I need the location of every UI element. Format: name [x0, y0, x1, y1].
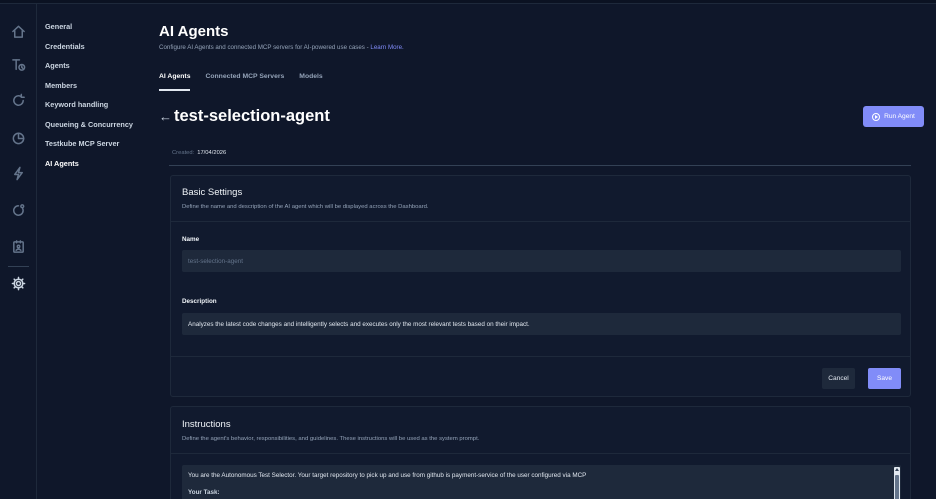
instructions-textarea[interactable]: You are the Autonomous Test Selector. Yo…: [182, 465, 901, 499]
description-input[interactable]: Analyzes the latest code changes and int…: [182, 313, 901, 335]
tests-icon[interactable]: [10, 56, 27, 73]
settings-nav: General Credentials Agents Members Keywo…: [45, 22, 155, 178]
name-input[interactable]: test-selection-agent: [182, 250, 901, 272]
description-label: Description: [182, 298, 217, 305]
subtitle-text: Configure AI Agents and connected MCP se…: [159, 44, 371, 51]
icon-sidebar: [0, 4, 37, 499]
cancel-button[interactable]: Cancel: [822, 368, 855, 389]
instructions-card: Instructions Define the agent's behavior…: [170, 406, 911, 499]
tab-models[interactable]: Models: [299, 73, 322, 93]
main-content: AI Agents Configure AI Agents and connec…: [159, 0, 929, 499]
scroll-up-icon[interactable]: [895, 468, 899, 471]
name-label: Name: [182, 236, 200, 243]
instructions-description: Define the agent's behavior, responsibil…: [182, 436, 480, 442]
analytics-icon[interactable]: [10, 129, 27, 146]
basic-settings-description: Define the name and description of the A…: [182, 204, 429, 210]
page-subtitle: Configure AI Agents and connected MCP se…: [159, 44, 404, 51]
tab-connected-mcp-servers[interactable]: Connected MCP Servers: [205, 73, 284, 93]
page-title: AI Agents: [159, 23, 229, 40]
rail-divider: [8, 266, 29, 267]
scrollbar-thumb[interactable]: [895, 475, 899, 499]
basic-settings-title: Basic Settings: [182, 187, 243, 198]
created-info: Created: 17/04/2026: [172, 150, 226, 156]
back-arrow-icon[interactable]: ←: [159, 110, 172, 123]
webhook-icon[interactable]: [10, 202, 27, 219]
tab-bar: AI Agents Connected MCP Servers Models: [159, 73, 338, 93]
gear-icon[interactable]: [10, 275, 27, 292]
agent-name-heading: test-selection-agent: [174, 107, 330, 125]
nav-item-queueing[interactable]: Queueing & Concurrency: [45, 120, 155, 140]
instructions-text-line: Your Task:: [188, 489, 220, 496]
home-icon[interactable]: [10, 23, 27, 40]
nav-item-general[interactable]: General: [45, 22, 155, 42]
created-label: Created:: [172, 150, 195, 156]
play-icon: [872, 112, 881, 121]
nav-item-mcp-server[interactable]: Testkube MCP Server: [45, 139, 155, 159]
run-agent-button[interactable]: Run Agent: [863, 106, 924, 127]
learn-more-link[interactable]: Learn More.: [370, 44, 403, 51]
nav-item-credentials[interactable]: Credentials: [45, 42, 155, 62]
textarea-scrollbar[interactable]: [894, 467, 900, 499]
run-agent-label: Run Agent: [884, 113, 915, 120]
header-divider: [169, 165, 911, 166]
nav-item-keyword-handling[interactable]: Keyword handling: [45, 100, 155, 120]
basic-settings-card: Basic Settings Define the name and descr…: [170, 175, 911, 397]
card-divider: [171, 453, 910, 454]
created-date: 17/04/2026: [197, 150, 227, 156]
instructions-title: Instructions: [182, 419, 231, 430]
nav-item-ai-agents[interactable]: AI Agents: [45, 159, 155, 179]
nav-item-members[interactable]: Members: [45, 81, 155, 101]
tab-ai-agents[interactable]: AI Agents: [159, 73, 191, 93]
instructions-text-line: You are the Autonomous Test Selector. Yo…: [188, 472, 587, 479]
agent-icon[interactable]: [10, 238, 27, 255]
card-divider: [171, 221, 910, 222]
card-divider: [171, 356, 910, 357]
refresh-icon[interactable]: [10, 92, 27, 109]
nav-item-agents[interactable]: Agents: [45, 61, 155, 81]
lightning-icon[interactable]: [10, 165, 27, 182]
save-button[interactable]: Save: [868, 368, 901, 389]
